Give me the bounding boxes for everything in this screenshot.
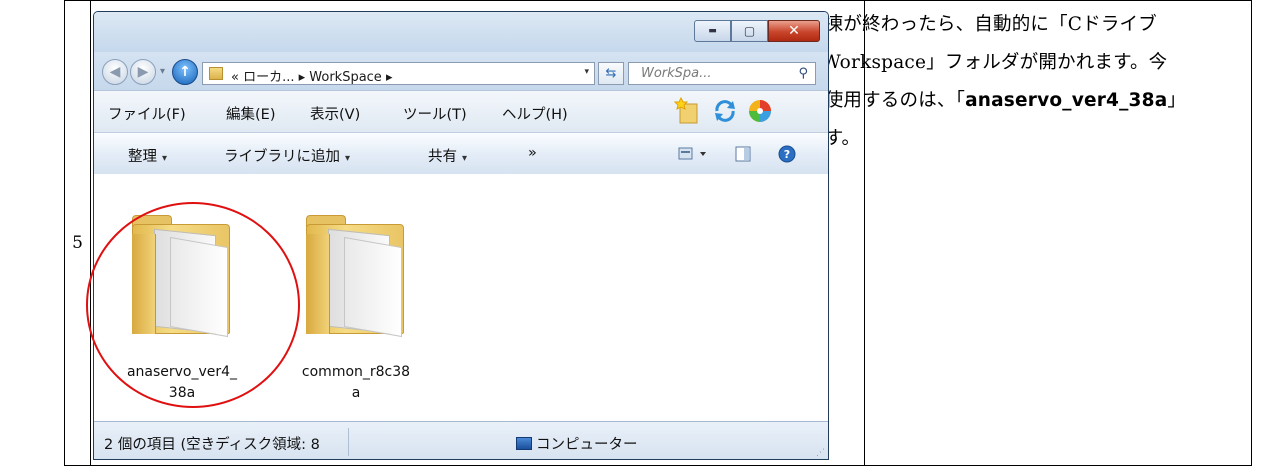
caption-buttons: ▬ ▢ ✕: [694, 20, 820, 42]
help-icon[interactable]: ?: [778, 145, 796, 163]
search-icon[interactable]: ⚲: [798, 66, 808, 81]
folder-label: common_r8c38 a: [281, 362, 431, 404]
forward-button[interactable]: ▶: [130, 59, 156, 85]
organize-button[interactable]: 整理 ▾: [128, 145, 167, 166]
folder-label-line2: a: [351, 385, 361, 401]
column-divider-left: [90, 1, 91, 465]
folder-label-line2: 38a: [168, 385, 196, 401]
search-box[interactable]: WorkSpa... ⚲: [628, 62, 816, 85]
forward-arrow-icon: ▶: [137, 64, 149, 80]
command-bar: 整理 ▾ ライブラリに追加 ▾ 共有 ▾ » ?: [94, 132, 828, 176]
item-count-status: 2 個の項目 (空きディスク領域: 8: [104, 437, 320, 453]
media-icon: [749, 100, 771, 122]
menu-bar: ファイル(F) 編集(E) 表示(V) ツール(T) ヘルプ(H): [94, 90, 828, 133]
step-description: 解凍が終わったら、自動的に「Cドライブ→Workspace」フォルダが開かれます…: [806, 6, 1181, 158]
up-arrow-icon: ↑: [179, 64, 191, 80]
address-bar[interactable]: « ローカ... ▸ WorkSpace ▸ ▾: [202, 62, 595, 85]
add-to-library-label: ライブラリに追加: [224, 149, 340, 165]
add-to-library-button[interactable]: ライブラリに追加 ▾: [224, 145, 350, 166]
refresh-button[interactable]: ⇆: [598, 62, 624, 85]
menu-edit[interactable]: 編集(E): [226, 103, 275, 124]
share-button[interactable]: 共有 ▾: [428, 145, 467, 166]
refresh-icon: ⇆: [605, 66, 617, 81]
minimize-button[interactable]: ▬: [694, 20, 731, 42]
minimize-icon: ▬: [708, 25, 717, 36]
folder-icon: [132, 215, 230, 338]
organize-caret-icon: ▾: [162, 153, 168, 164]
menu-view[interactable]: 表示(V): [310, 103, 360, 124]
navigation-bar: ◀ ▶ ▾ ↑ « ローカ... ▸ WorkSpace ▸ ▾ ⇆ WorkS…: [94, 52, 828, 90]
add-to-library-caret-icon: ▾: [345, 153, 351, 164]
sync-icon: [715, 100, 735, 122]
svg-text:?: ?: [784, 148, 790, 161]
folder-label-line1: common_r8c38: [301, 364, 411, 380]
menu-tools[interactable]: ツール(T): [403, 103, 467, 124]
status-divider: [348, 428, 349, 456]
organize-label: 整理: [128, 149, 157, 165]
status-bar: 2 個の項目 (空きディスク領域: 8 コンピューター ⋰: [94, 421, 828, 459]
resize-grip-icon[interactable]: ⋰: [816, 448, 825, 458]
back-button[interactable]: ◀: [102, 59, 128, 85]
target-folder-name: anaservo_ver4_38a: [965, 90, 1168, 111]
title-bar: ▬ ▢ ✕: [94, 12, 828, 52]
address-path[interactable]: « ローカ... ▸ WorkSpace ▸: [231, 66, 392, 85]
back-arrow-icon: ◀: [109, 64, 121, 80]
menu-file[interactable]: ファイル(F): [108, 103, 186, 124]
folder-icon: [306, 215, 404, 338]
share-label: 共有: [428, 149, 457, 165]
folder-icon: [209, 67, 223, 80]
menu-help[interactable]: ヘルプ(H): [502, 103, 568, 124]
maximize-button[interactable]: ▢: [731, 20, 768, 42]
location-status: コンピューター: [516, 433, 638, 454]
computer-icon: [516, 437, 532, 450]
step-number: 5: [72, 233, 83, 253]
maximize-icon: ▢: [743, 24, 756, 38]
explorer-window: ▬ ▢ ✕ ◀ ▶ ▾ ↑ « ローカ... ▸ WorkSpace ▸ ▾ ⇆…: [93, 11, 829, 460]
up-button[interactable]: ↑: [172, 59, 198, 85]
preview-pane-icon[interactable]: [735, 146, 751, 162]
new-folder-icon: [674, 97, 698, 124]
view-options-icon[interactable]: [678, 147, 710, 161]
folder-label-line1: anaservo_ver4_: [126, 364, 238, 380]
file-list: anaservo_ver4_ 38a common_r8c38 a: [94, 174, 828, 421]
location-label: コンピューター: [536, 437, 638, 453]
recent-pages-dropdown-icon[interactable]: ▾: [160, 66, 165, 77]
search-placeholder: WorkSpa...: [641, 66, 712, 81]
close-icon: ✕: [788, 23, 800, 39]
address-dropdown-icon[interactable]: ▾: [584, 67, 589, 77]
more-commands-button[interactable]: »: [528, 145, 537, 161]
share-caret-icon: ▾: [462, 153, 468, 164]
folder-label: anaservo_ver4_ 38a: [107, 362, 257, 404]
close-button[interactable]: ✕: [768, 20, 820, 42]
